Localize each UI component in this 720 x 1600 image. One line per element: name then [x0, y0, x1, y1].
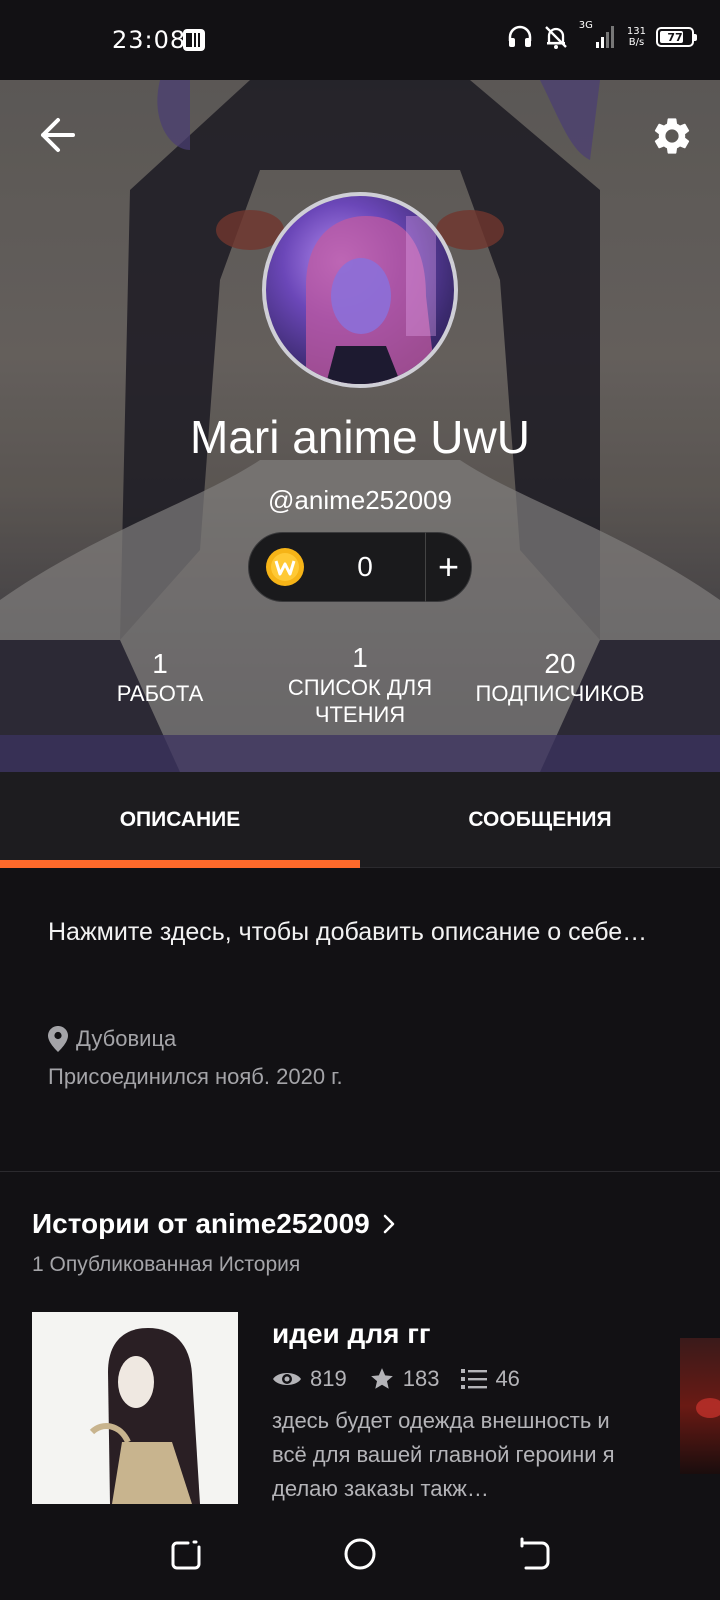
story-parts-count: 46	[495, 1366, 520, 1391]
stat-followers-value: 20	[544, 648, 576, 679]
story-votes-count: 183	[402, 1366, 440, 1391]
list-icon	[461, 1369, 488, 1389]
avatar[interactable]	[262, 192, 458, 388]
story-title[interactable]: идеи для гг	[272, 1318, 431, 1350]
stat-works-label: РАБОТА	[116, 681, 204, 706]
speed-value: 131	[626, 26, 646, 37]
home-icon[interactable]	[340, 1534, 380, 1574]
notifications-off-icon	[544, 26, 567, 49]
back-arrow-icon[interactable]	[36, 114, 78, 156]
story-description: здесь будет одежда внешность и всё для в…	[272, 1408, 615, 1501]
location-text: Дубовица	[76, 1026, 177, 1051]
back-nav-icon[interactable]	[514, 1534, 554, 1574]
system-nav-bar	[0, 1504, 720, 1600]
stat-works[interactable]: 1 РАБОТА	[100, 648, 220, 707]
stat-reading-list[interactable]: 1 СПИСОК ДЛЯ ЧТЕНИЯ	[270, 642, 450, 728]
stat-followers-label: ПОДПИСЧИКОВ	[475, 681, 645, 706]
signal-indicator: 3G	[579, 20, 617, 50]
add-description-prompt[interactable]: Нажмите здесь, чтобы добавить описание о…	[48, 912, 678, 952]
stat-reading-list-value: 1	[352, 642, 368, 673]
battery-level: 77	[667, 30, 683, 44]
story-cover-art	[89, 1328, 200, 1504]
battery-icon: 77	[656, 27, 697, 47]
profile-handle: @anime252009	[268, 485, 452, 515]
stat-reading-list-label: СПИСОК ДЛЯ ЧТЕНИЯ	[287, 675, 433, 727]
status-time: 23:08	[112, 26, 187, 54]
tab-about[interactable]: ОПИСАНИЕ	[0, 772, 360, 868]
story-parts: 46	[461, 1366, 520, 1392]
story-reads: 819	[272, 1366, 347, 1392]
stories-title: Истории от anime252009	[32, 1208, 370, 1239]
story-stats: 819 183 46	[272, 1366, 542, 1392]
profile-header: Mari anime UwU @anime252009 0 + 1 РАБОТА…	[0, 80, 720, 772]
status-bar: 23:08 3G 131 B/s 77	[0, 0, 720, 80]
location: Дубовица	[48, 1026, 176, 1052]
location-pin-icon	[48, 1026, 68, 1052]
coin-count: 0	[357, 551, 373, 582]
story-votes: 183	[369, 1366, 440, 1392]
stat-followers[interactable]: 20 ПОДПИСЧИКОВ	[460, 648, 660, 707]
add-coins-button[interactable]: +	[426, 546, 471, 588]
signal-icon	[595, 26, 614, 48]
profile-name: Mari anime UwU	[190, 411, 530, 463]
stories-header[interactable]: Истории от anime252009	[32, 1208, 396, 1240]
joined-date: Присоединился нояб. 2020 г.	[48, 1064, 343, 1089]
next-story-cover-image[interactable]	[680, 1338, 720, 1474]
network-speed: 131 B/s	[627, 26, 646, 48]
eye-icon	[273, 1373, 301, 1385]
stories-count: 1 Опубликованная История	[32, 1253, 301, 1276]
next-story-cover-art	[696, 1398, 720, 1418]
coins-widget[interactable]: 0 +	[248, 532, 472, 602]
chevron-right-icon	[383, 1214, 395, 1234]
story-cover-image[interactable]	[32, 1312, 238, 1504]
recent-apps-icon[interactable]	[166, 1534, 206, 1574]
profile-tabs: ОПИСАНИЕ СООБЩЕНИЯ	[0, 772, 720, 868]
avatar-image	[306, 216, 436, 384]
parking-app-icon	[183, 29, 205, 51]
about-section: Нажмите здесь, чтобы добавить описание о…	[0, 868, 720, 1172]
gear-icon[interactable]	[650, 114, 694, 158]
network-type: 3G	[578, 20, 593, 31]
speed-unit: B/s	[628, 37, 645, 48]
star-icon	[370, 1368, 393, 1389]
tab-messages[interactable]: СООБЩЕНИЯ	[360, 772, 720, 868]
stat-works-value: 1	[152, 648, 168, 679]
coin-icon	[266, 548, 304, 586]
headphones-icon	[508, 25, 532, 47]
story-reads-count: 819	[310, 1366, 347, 1391]
